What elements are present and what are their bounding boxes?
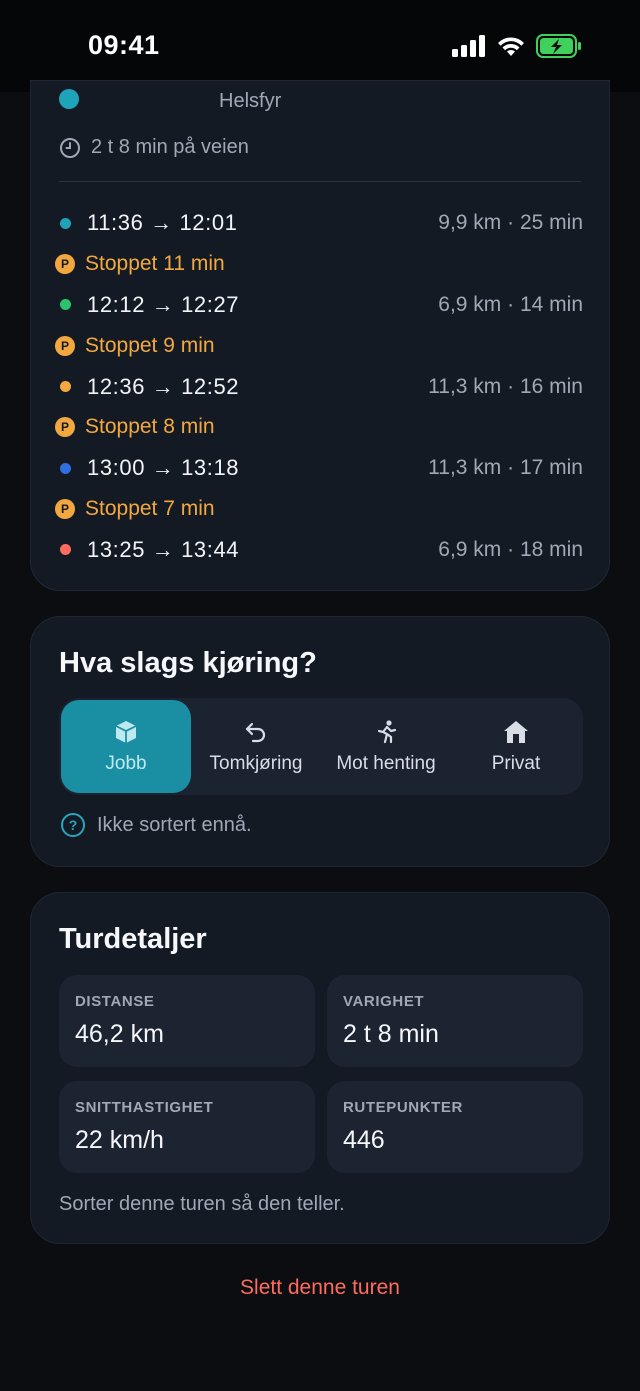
segment-meta: 9,9 km · 25 min bbox=[438, 211, 583, 235]
stop-row: P Stoppet 9 min bbox=[53, 325, 583, 366]
running-person-icon bbox=[377, 719, 397, 743]
sort-hint: ? Ikke sortert ennå. bbox=[61, 813, 252, 837]
battery-charging-icon bbox=[536, 34, 581, 58]
trip-type-title: Hva slags kjøring? bbox=[59, 647, 317, 679]
segment-list: 11:36 → 12:01 9,9 km · 25 min P Stoppet 11 … bbox=[53, 203, 583, 570]
segment-color-dot bbox=[60, 217, 71, 229]
stat-label: RUTEPUNKTER bbox=[343, 1099, 463, 1116]
wifi-icon bbox=[498, 37, 524, 56]
stat-value: 2 t 8 min bbox=[343, 1020, 439, 1048]
trip-details-title: Turdetaljer bbox=[59, 923, 207, 955]
trip-type-option-mot-henting[interactable]: Mot henting bbox=[321, 700, 451, 793]
segment-row: 12:12 → 12:27 6,9 km · 14 min bbox=[53, 285, 583, 326]
cellular-signal-icon bbox=[452, 35, 485, 57]
stat-tile-distance: DISTANSE 46,2 km bbox=[59, 975, 315, 1067]
delete-trip-button[interactable]: Slett denne turen bbox=[0, 1276, 640, 1300]
box-icon bbox=[115, 720, 137, 743]
stat-label: DISTANSE bbox=[75, 993, 155, 1010]
stop-row: P Stoppet 7 min bbox=[53, 489, 583, 530]
stop-duration: Stoppet 9 min bbox=[85, 333, 215, 357]
stat-tile-avg-speed: SNITTHASTIGHET 22 km/h bbox=[59, 1081, 315, 1173]
stat-value: 22 km/h bbox=[75, 1126, 164, 1154]
trip-type-card: Hva slags kjøring? Jobb Tomkjøring Mot h… bbox=[30, 616, 610, 867]
trip-type-label: Mot henting bbox=[336, 752, 436, 774]
stat-tile-duration: VARIGHET 2 t 8 min bbox=[327, 975, 583, 1067]
divider bbox=[59, 181, 581, 182]
details-note: Sorter denne turen så den teller. bbox=[59, 1193, 345, 1215]
stat-value: 446 bbox=[343, 1126, 385, 1154]
status-time: 09:41 bbox=[88, 30, 160, 60]
trip-card: Helsfyr 2 t 8 min på veien 11:36 → 12:01… bbox=[30, 80, 610, 591]
stop-duration: Stoppet 11 min bbox=[85, 252, 225, 276]
segment-row: 13:00 → 13:18 11,3 km · 17 min bbox=[53, 448, 583, 489]
segment-row: 13:25 → 13:44 6,9 km · 18 min bbox=[53, 529, 583, 570]
segment-time: 13:00 → 13:18 bbox=[87, 455, 240, 481]
segment-color-dot bbox=[60, 299, 71, 311]
segment-meta: 6,9 km · 14 min bbox=[438, 292, 583, 316]
segment-color-dot bbox=[60, 544, 71, 556]
stat-value: 46,2 km bbox=[75, 1020, 164, 1048]
sort-hint-text: Ikke sortert ennå. bbox=[97, 813, 252, 836]
trip-duration: 2 t 8 min på veien bbox=[59, 136, 249, 159]
trip-details-card: Turdetaljer DISTANSE 46,2 km VARIGHET 2 … bbox=[30, 892, 610, 1244]
stat-tile-route-points: RUTEPUNKTER 446 bbox=[327, 1081, 583, 1173]
segment-row: 11:36 → 12:01 9,9 km · 25 min bbox=[53, 203, 583, 244]
stop-duration: Stoppet 8 min bbox=[85, 415, 215, 439]
stat-label: SNITTHASTIGHET bbox=[75, 1099, 214, 1116]
stat-label: VARIGHET bbox=[343, 993, 425, 1010]
parking-icon: P bbox=[55, 254, 75, 275]
trip-type-option-privat[interactable]: Privat bbox=[451, 700, 581, 793]
segment-meta: 11,3 km · 16 min bbox=[428, 374, 583, 398]
trip-type-label: Privat bbox=[491, 752, 541, 774]
segment-color-dot bbox=[60, 381, 71, 393]
trip-type-option-jobb[interactable]: Jobb bbox=[61, 700, 191, 793]
origin-label: Helsfyr bbox=[219, 90, 282, 112]
segment-meta: 6,9 km · 18 min bbox=[438, 537, 583, 561]
trip-type-label: Jobb bbox=[105, 752, 147, 774]
segment-time: 12:36 → 12:52 bbox=[87, 373, 240, 399]
segment-time: 11:36 → 12:01 bbox=[87, 210, 238, 236]
parking-icon: P bbox=[55, 417, 75, 438]
status-bar: 09:41 bbox=[0, 0, 640, 92]
stop-row: P Stoppet 11 min bbox=[53, 244, 583, 285]
segment-time: 12:12 → 12:27 bbox=[87, 291, 240, 317]
segment-row: 12:36 → 12:52 11,3 km · 16 min bbox=[53, 366, 583, 407]
status-icons bbox=[452, 34, 582, 58]
trip-type-label: Tomkjøring bbox=[209, 752, 303, 774]
return-arrow-icon bbox=[245, 722, 266, 742]
question-circle-icon: ? bbox=[61, 813, 85, 837]
segment-meta: 11,3 km · 17 min bbox=[428, 456, 583, 480]
origin-dot bbox=[59, 89, 79, 109]
parking-icon: P bbox=[55, 498, 75, 519]
stop-duration: Stoppet 7 min bbox=[85, 496, 215, 520]
stop-row: P Stoppet 8 min bbox=[53, 407, 583, 448]
parking-icon: P bbox=[55, 335, 75, 356]
clock-icon bbox=[60, 137, 80, 158]
duration-text: 2 t 8 min på veien bbox=[91, 136, 249, 158]
details-tiles: DISTANSE 46,2 km VARIGHET 2 t 8 min SNIT… bbox=[59, 975, 583, 1173]
segment-time: 13:25 → 13:44 bbox=[87, 536, 240, 562]
segment-color-dot bbox=[60, 462, 71, 474]
trip-type-option-tomkjoring[interactable]: Tomkjøring bbox=[191, 700, 321, 793]
trip-type-selector: Jobb Tomkjøring Mot henting Privat bbox=[59, 698, 583, 795]
house-icon bbox=[504, 720, 528, 743]
